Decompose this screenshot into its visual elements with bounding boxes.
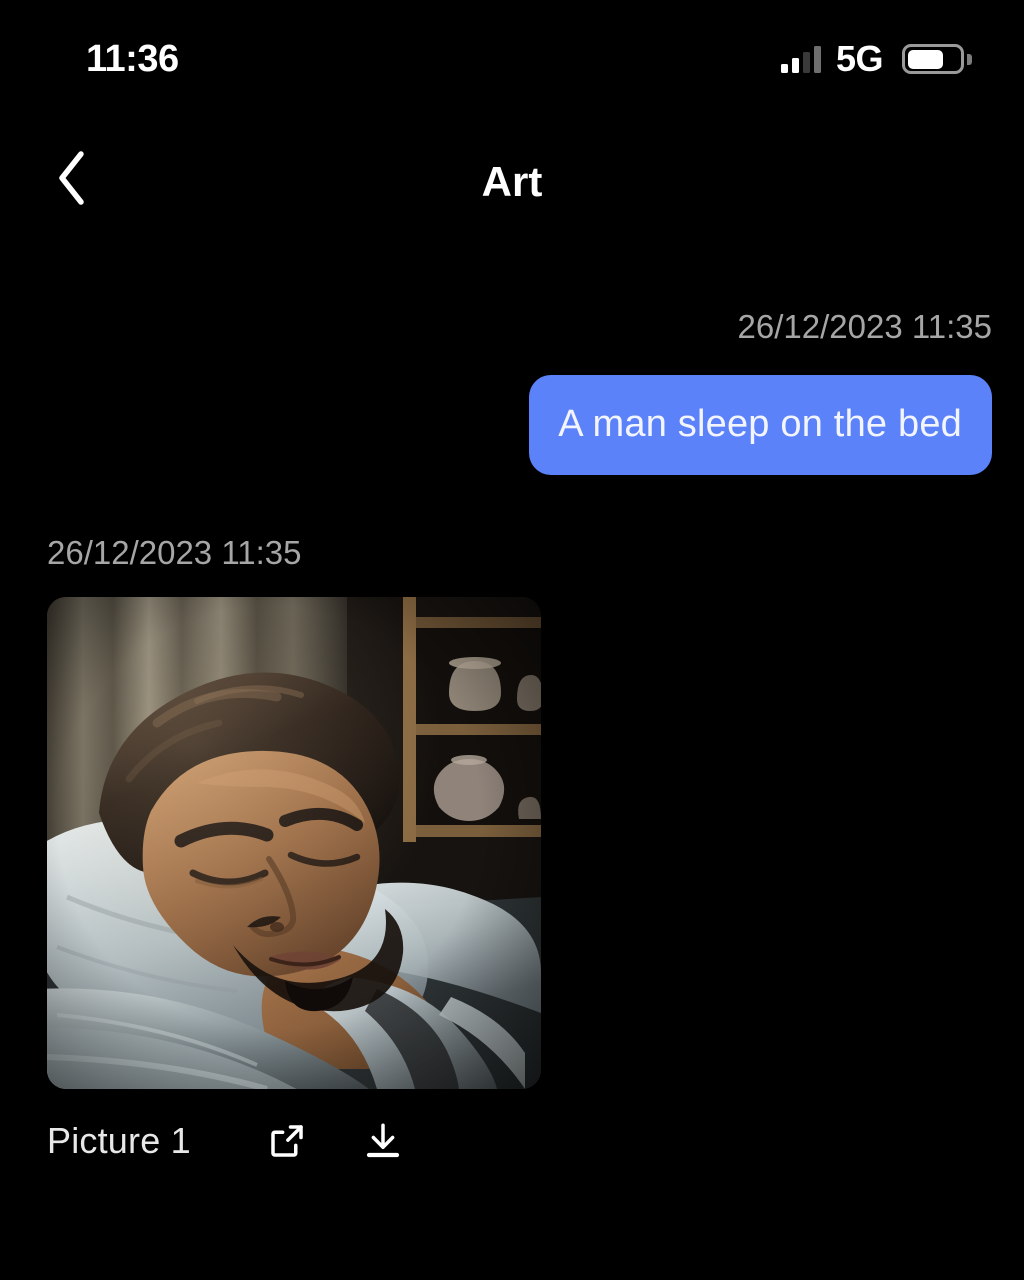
outgoing-message-timestamp: 26/12/2023 11:35: [737, 308, 992, 345]
attachment-thumbnail[interactable]: [47, 597, 541, 1090]
message-thread: 26/12/2023 11:35 A man sleep on the bed …: [0, 236, 1024, 1280]
attachment-actions-row: Picture 1: [47, 1115, 541, 1167]
signal-bars-icon: [780, 45, 821, 73]
download-button[interactable]: [357, 1115, 409, 1167]
image-attachment-card: Picture 1: [47, 597, 541, 1167]
navigation-bar: Art: [0, 128, 1024, 236]
status-bar-indicators: 5G: [780, 38, 972, 79]
status-bar-clock: 11:36: [86, 38, 179, 80]
incoming-message-timestamp: 26/12/2023 11:35: [47, 534, 302, 571]
attachment-caption: Picture 1: [47, 1120, 191, 1162]
download-icon: [366, 1123, 400, 1158]
outgoing-message: 26/12/2023 11:35 A man sleep on the bed: [529, 306, 992, 475]
share-button[interactable]: [261, 1115, 313, 1167]
external-link-icon: [271, 1125, 303, 1157]
outgoing-message-bubble[interactable]: A man sleep on the bed: [529, 375, 992, 475]
network-type-label: 5G: [835, 38, 884, 79]
battery-icon: [902, 44, 972, 74]
page-title: Art: [481, 158, 543, 205]
status-bar: 11:36 5G: [0, 0, 1024, 118]
sleeping-man-illustration: [47, 597, 541, 1090]
incoming-message: 26/12/2023 11:35 Picture 1: [47, 532, 541, 1167]
phone-screen: 11:36 5G Art 26/12/2023 11:35 A man slee…: [0, 0, 1024, 1280]
